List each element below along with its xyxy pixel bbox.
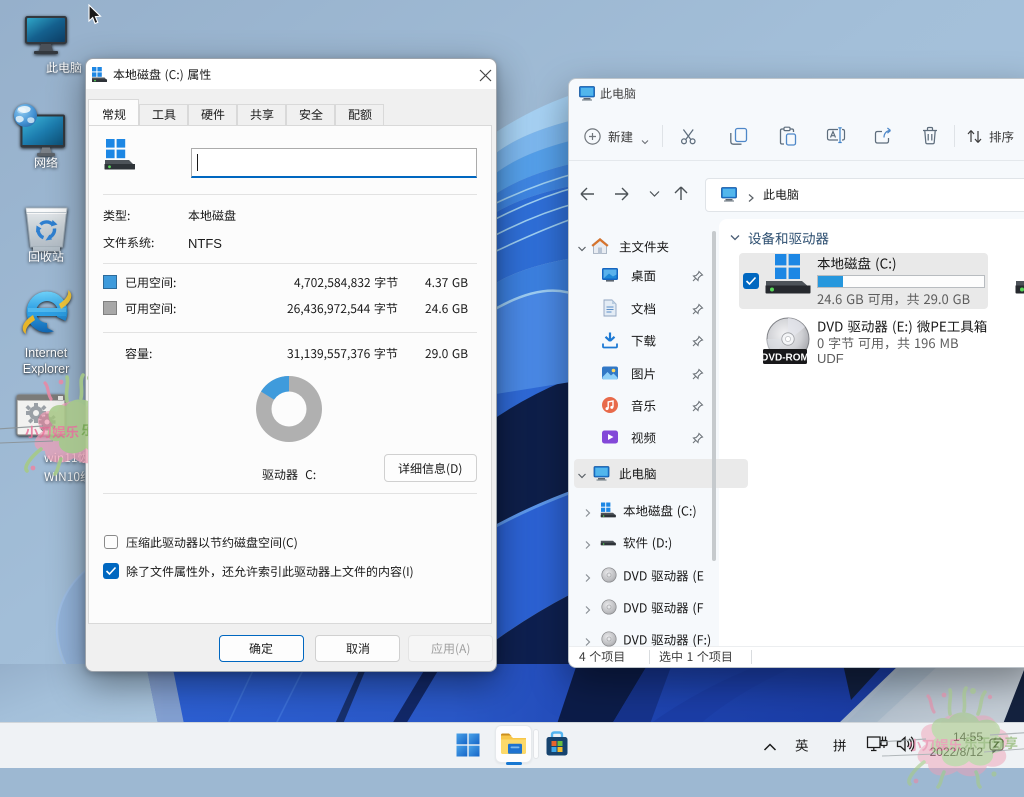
svg-text:DVD-ROM: DVD-ROM — [763, 353, 809, 364]
